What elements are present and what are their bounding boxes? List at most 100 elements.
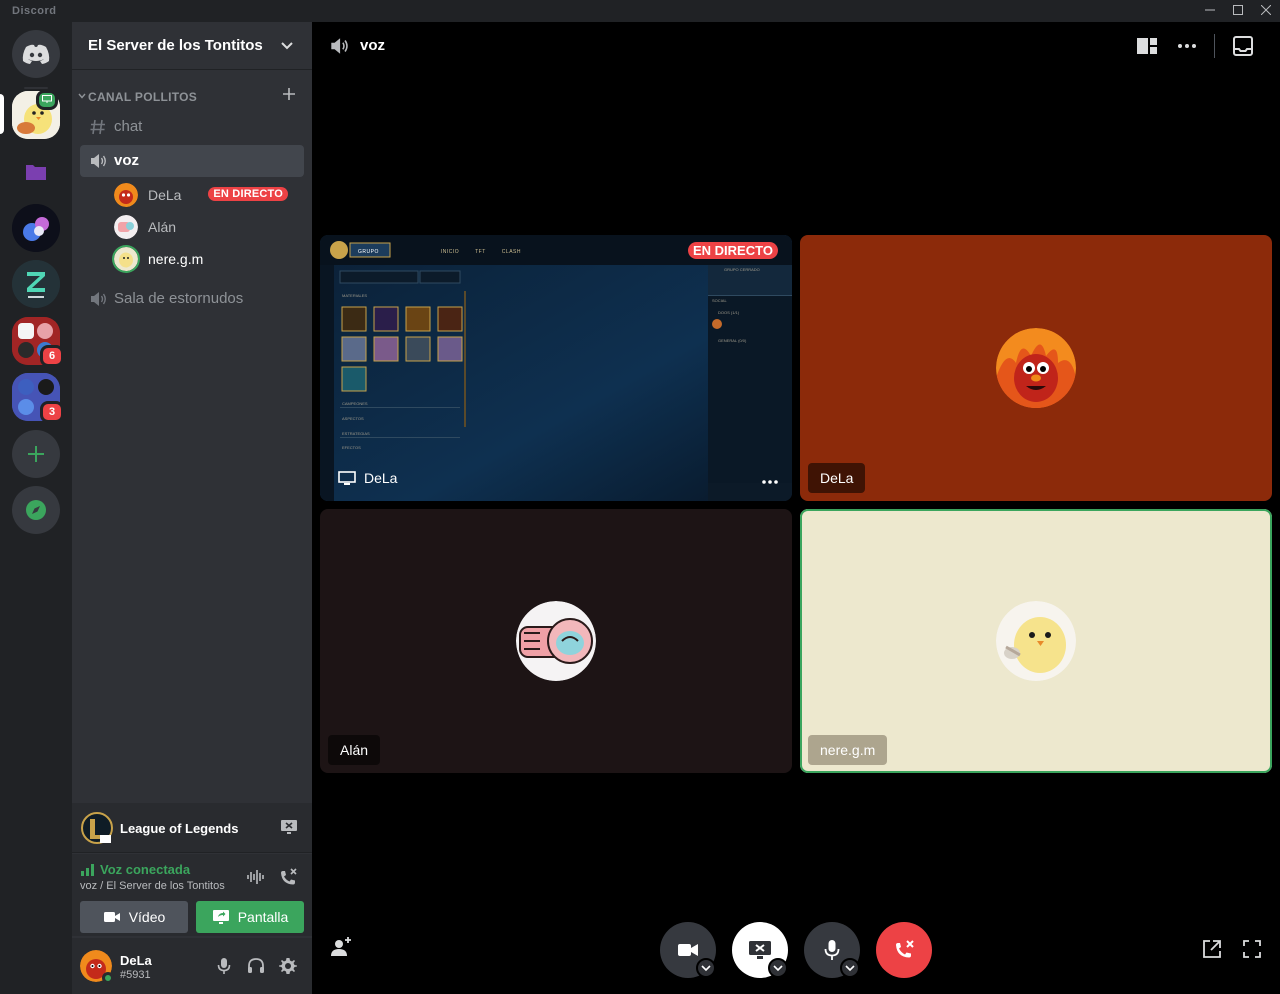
deafen-button[interactable]: [244, 954, 268, 978]
activity-panel[interactable]: League of Legends: [72, 803, 312, 853]
gear-icon: [279, 958, 297, 974]
voice-user-dela[interactable]: DeLa EN DIRECTO: [114, 179, 304, 209]
compass-icon: [26, 500, 46, 520]
headphones-icon: [248, 958, 264, 973]
minimize-icon: [1205, 9, 1215, 11]
more-options-icon[interactable]: [1176, 36, 1198, 56]
screen-share-options-button[interactable]: [768, 958, 788, 978]
category-label: CANAL POLLITOS: [88, 90, 198, 104]
explore-servers-button[interactable]: [12, 486, 60, 534]
avatar: [114, 215, 138, 239]
channel-chat[interactable]: chat: [80, 111, 304, 143]
avatar-speaking: [114, 247, 138, 271]
server-folder[interactable]: [12, 148, 60, 196]
channel-voz[interactable]: voz: [80, 145, 304, 177]
participant-avatar: [516, 601, 596, 681]
live-badge: EN DIRECTO: [688, 242, 778, 259]
server-header[interactable]: El Server de los Tontitos: [72, 22, 312, 70]
participant-name: Alán: [328, 735, 381, 765]
participant-name: DeLa: [808, 463, 866, 493]
microphone-icon: [824, 940, 840, 960]
minimize-button[interactable]: [1196, 0, 1224, 22]
chevron-down-icon: [845, 965, 855, 972]
stream-preview: [320, 235, 792, 501]
mute-button[interactable]: [212, 954, 236, 978]
pop-out-icon[interactable]: [1202, 939, 1222, 959]
signal-icon: [81, 864, 94, 876]
divider: [1214, 34, 1215, 58]
voice-status[interactable]: Voz conectada: [100, 862, 190, 877]
avatar: [114, 183, 138, 207]
participant-tile-nere[interactable]: nere.g.m: [800, 509, 1272, 773]
folder-icon: [26, 165, 46, 180]
create-channel-button[interactable]: [282, 86, 296, 104]
screen-share-icon: [212, 910, 229, 924]
microphone-options-button[interactable]: [840, 958, 860, 978]
microphone-icon: [217, 958, 231, 974]
title-bar: Discord: [0, 0, 1280, 22]
chevron-down-icon: [773, 965, 783, 972]
home-button[interactable]: [12, 30, 60, 78]
user-settings-button[interactable]: [276, 954, 300, 978]
lol-menu-item: TFT: [475, 249, 486, 255]
lol-menu: GRUPO INICIO TFT CLASH: [358, 249, 521, 255]
camera-options-button[interactable]: [696, 958, 716, 978]
channel-sidebar: El Server de los Tontitos CANAL POLLITOS…: [72, 22, 312, 994]
camera-icon: [103, 912, 120, 922]
lol-section: CAMPEONES: [342, 401, 368, 406]
fullscreen-icon[interactable]: [1242, 939, 1262, 959]
voice-user-name: DeLa: [148, 187, 182, 203]
speaker-icon: [91, 292, 106, 306]
participant-tile-alan[interactable]: Alán: [320, 509, 792, 773]
screen-icon: [42, 95, 52, 103]
disconnect-icon[interactable]: [278, 867, 298, 887]
voice-user-name: Alán: [148, 219, 177, 235]
screen-share-button[interactable]: Pantalla: [196, 901, 304, 933]
lol-menu-item: INICIO: [440, 249, 460, 255]
server-name: El Server de los Tontitos: [88, 37, 263, 54]
close-window-button[interactable]: [1252, 0, 1280, 22]
category-canal-pollitos[interactable]: CANAL POLLITOS: [78, 86, 304, 106]
add-person-icon[interactable]: [330, 936, 352, 958]
close-icon: [1260, 4, 1272, 16]
live-badge: EN DIRECTO: [208, 187, 288, 201]
discord-logo-icon: [22, 44, 50, 64]
hang-up-icon: [896, 940, 914, 958]
voice-user-nere[interactable]: nere.g.m: [114, 243, 304, 273]
stream-owner: DeLa: [364, 470, 398, 486]
stream-tile[interactable]: GRUPO INICIO TFT CLASH MATERIALES CAMPEO…: [320, 235, 792, 501]
lol-section: MATERIALES: [342, 293, 368, 298]
noise-suppression-icon[interactable]: [246, 867, 266, 887]
video-button[interactable]: Vídeo: [80, 901, 188, 933]
server-zorra-zazo[interactable]: [12, 260, 60, 308]
grid-layout-icon[interactable]: [1136, 36, 1158, 56]
lol-section: ASPECTOS: [342, 416, 364, 421]
voice-location[interactable]: voz / El Server de los Tontitos: [80, 880, 230, 892]
inbox-icon[interactable]: [1232, 35, 1254, 57]
participant-name: nere.g.m: [808, 735, 888, 765]
chevron-down-icon: [78, 93, 86, 99]
lol-side: SOCIAL: [712, 298, 727, 303]
channel-label: voz: [114, 152, 140, 169]
server-moon[interactable]: [12, 204, 60, 252]
add-server-button[interactable]: [12, 430, 60, 478]
lol-side: GRUPO CERRADO: [724, 267, 760, 272]
mention-badge: 3: [40, 401, 64, 423]
plus-icon: [283, 88, 295, 100]
activity-game-name: League of Legends: [120, 821, 239, 836]
stop-streaming-icon[interactable]: [280, 819, 298, 835]
separator: [24, 87, 48, 89]
maximize-button[interactable]: [1224, 0, 1252, 22]
video-label: Vídeo: [128, 909, 166, 925]
voice-connection-panel: Voz conectada voz / El Server de los Ton…: [72, 854, 312, 936]
channel-title: voz: [360, 37, 386, 54]
hash-icon: [90, 119, 105, 135]
voice-user-alan[interactable]: Alán: [114, 211, 304, 241]
channel-sala-de-estornudos[interactable]: Sala de estornudos: [80, 283, 304, 315]
disconnect-button[interactable]: [876, 922, 932, 978]
more-options-icon[interactable]: [762, 479, 778, 485]
participant-tile-dela[interactable]: DeLa: [800, 235, 1272, 501]
stop-stream-icon: [749, 941, 771, 959]
participant-avatar: [996, 328, 1076, 408]
username: DeLa: [120, 953, 152, 968]
